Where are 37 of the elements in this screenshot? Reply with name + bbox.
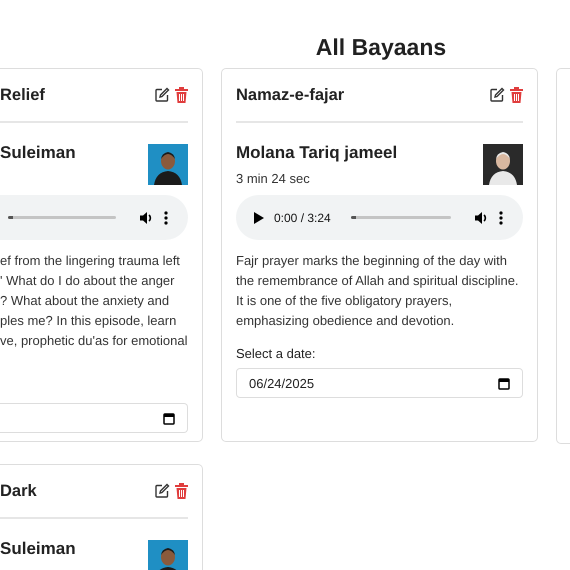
- calendar-icon[interactable]: [498, 376, 510, 390]
- trash-icon[interactable]: [175, 483, 188, 499]
- seek-bar[interactable]: [8, 216, 116, 219]
- date-field[interactable]: 06/24/2025: [236, 368, 523, 398]
- edit-icon[interactable]: [154, 87, 170, 103]
- trash-icon[interactable]: [175, 87, 188, 103]
- speaker-name: Suleiman: [0, 539, 76, 559]
- edit-icon[interactable]: [489, 87, 505, 103]
- audio-player[interactable]: 0:00 / 3:24: [236, 195, 523, 240]
- description-text: ? What about the anxiety and: [0, 292, 170, 310]
- description-text: It is one of the five obligatory prayers,: [236, 292, 454, 310]
- trash-icon[interactable]: [510, 87, 523, 103]
- edit-icon[interactable]: [154, 483, 170, 499]
- duration-text: 3 min 24 sec: [236, 171, 311, 186]
- speaker-name: Molana Tariq jameel: [236, 143, 398, 163]
- description-text: ples me? In this episode, learn: [0, 312, 178, 330]
- card-title: Relief: [0, 86, 45, 104]
- date-field[interactable]: [0, 403, 188, 433]
- more-icon[interactable]: [164, 210, 168, 224]
- volume-icon[interactable]: [475, 210, 489, 224]
- date-label: Select a date:: [236, 345, 316, 363]
- volume-icon[interactable]: [140, 210, 154, 224]
- seek-bar[interactable]: [350, 216, 451, 219]
- description-text: the remembrance of Allah and spiritual discipline.: [236, 272, 520, 290]
- time-text: 0:00 / 3:24: [274, 210, 331, 224]
- calendar-icon[interactable]: [163, 412, 175, 424]
- card-title: Namaz-e-fajar: [236, 86, 344, 104]
- play-icon[interactable]: [254, 212, 264, 224]
- description-text: emphasizing obedience and devotion.: [236, 312, 456, 330]
- card-title: Dark: [0, 482, 37, 500]
- description-text: ' What do I do about the anger: [0, 272, 176, 290]
- description-text: Fajr prayer marks the beginning of the day with: [236, 252, 508, 270]
- page-title: All Bayaans: [314, 33, 448, 62]
- description-text: ef from the lingering trauma left: [0, 252, 181, 270]
- description-text: ve, prophetic du'as for emotional: [0, 332, 188, 350]
- more-icon[interactable]: [499, 210, 503, 224]
- speaker-name: Suleiman: [0, 143, 76, 163]
